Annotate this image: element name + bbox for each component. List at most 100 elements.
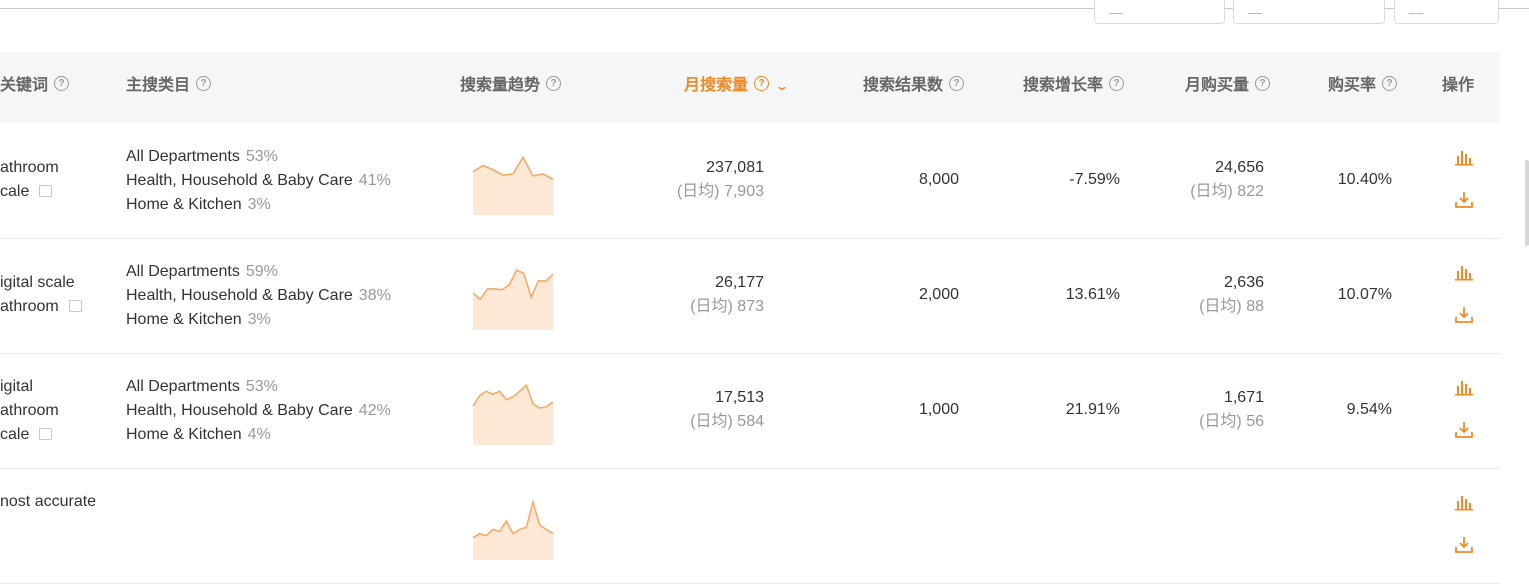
purchase-rate: 10.07% [1338,283,1392,307]
external-link-icon[interactable] [68,300,82,312]
category-item[interactable]: All Departments 53% [126,375,391,399]
sparkline-area [473,385,553,445]
sparkline-area [473,502,553,560]
monthly-purchase-value: 2,636 [1223,274,1264,291]
result-count-value: 8,000 [918,171,959,188]
help-icon[interactable]: ? [949,76,965,92]
monthly-purchase: 24,656 (日均) 822 [1190,156,1264,204]
keyword-cell[interactable]: nost accurate [0,490,96,514]
category-item[interactable]: Health, Household & Baby Care 41% [126,169,391,193]
search-trend-sparkline[interactable] [473,153,553,215]
monthly-search: 17,513 (日均) 584 [690,386,764,434]
toolbar-button-3[interactable] [1394,0,1499,24]
category-name: Home & Kitchen [126,426,242,443]
download-icon[interactable] [1454,535,1474,555]
category-name: Home & Kitchen [126,196,242,213]
monthly-purchase: 2,636 (日均) 88 [1199,271,1264,319]
header-result-count[interactable]: 搜索结果数? [863,52,965,123]
table-row: igital scale athroom All Departments 59% Hea… [0,238,1500,354]
category-item[interactable]: Health, Household & Baby Care 38% [126,284,391,308]
result-count-value: 2,000 [918,286,959,303]
category-item[interactable]: All Departments 59% [126,260,391,284]
monthly-purchase: 1,671 (日均) 56 [1199,386,1264,434]
monthly-search-daily: (日均) 584 [690,413,764,430]
category-cell: All Departments 53% Health, Household & Ba… [126,145,391,217]
toolbar-icon [1109,5,1123,14]
toolbar-button-1[interactable] [1094,0,1225,24]
category-name: All Departments [126,263,240,280]
purchase-rate-value: 9.54% [1346,401,1392,418]
header-monthly-purchase[interactable]: 月购买量? [1185,52,1271,123]
keyword-line: athroom [0,402,59,419]
keyword-cell[interactable]: igital scale athroom [0,271,82,319]
trend-chart-icon[interactable] [1454,493,1474,513]
header-trend[interactable]: 搜索量趋势? [460,52,562,123]
download-icon[interactable] [1454,190,1474,210]
help-icon[interactable]: ? [1109,76,1125,92]
help-icon[interactable]: ? [1382,76,1398,92]
monthly-purchase-daily: (日均) 822 [1190,183,1264,200]
search-growth: 13.61% [1066,283,1120,307]
external-link-icon[interactable] [39,185,53,197]
keyword-line: igital scale [0,274,75,291]
category-pct: 3% [247,196,271,213]
external-link-icon[interactable] [39,428,53,440]
purchase-rate: 10.40% [1338,168,1392,192]
category-item[interactable]: Home & Kitchen 4% [126,423,391,447]
monthly-search: 237,081 (日均) 7,903 [677,156,764,204]
help-icon[interactable]: ? [546,76,562,92]
category-pct: 53% [245,148,278,165]
category-item[interactable]: Home & Kitchen 3% [126,308,391,332]
help-icon[interactable]: ? [754,76,770,92]
monthly-purchase-daily: (日均) 88 [1199,298,1264,315]
download-icon[interactable] [1454,420,1474,440]
help-icon[interactable]: ? [54,76,70,92]
trend-chart-icon[interactable] [1454,378,1474,398]
category-item[interactable]: Health, Household & Baby Care 42% [126,399,391,423]
header-category[interactable]: 主搜类目? [126,52,212,123]
category-pct: 4% [247,426,271,443]
monthly-search-value: 237,081 [706,159,764,176]
toolbar-icon [1248,5,1262,14]
category-name: Health, Household & Baby Care [126,287,353,304]
header-keyword[interactable]: 关键词? [0,52,70,123]
category-pct: 3% [247,311,271,328]
category-pct: 38% [358,287,391,304]
monthly-search-daily: (日均) 873 [690,298,764,315]
header-purchase-rate[interactable]: 购买率? [1328,52,1398,123]
category-pct: 59% [245,263,278,280]
category-cell: All Departments 59% Health, Household & Ba… [126,260,391,332]
search-growth: -7.59% [1069,168,1120,192]
monthly-purchase-value: 1,671 [1223,389,1264,406]
category-name: Health, Household & Baby Care [126,172,353,189]
search-trend-sparkline[interactable] [473,268,553,330]
scrollbar[interactable] [1525,160,1529,246]
sort-desc-icon[interactable]: ⌄ [775,52,789,120]
category-item[interactable]: All Departments 53% [126,145,391,169]
result-count: 8,000 [919,168,959,192]
download-icon[interactable] [1454,305,1474,325]
keyword-line: athroom [0,159,59,176]
monthly-search-daily: (日均) 7,903 [676,183,764,200]
keyword-cell[interactable]: athroom cale [0,156,59,204]
help-icon[interactable]: ? [196,76,212,92]
search-trend-sparkline[interactable] [473,383,553,445]
category-cell: All Departments 53% Health, Household & Ba… [126,375,391,447]
category-item[interactable]: Home & Kitchen 3% [126,193,391,217]
header-monthly-search[interactable]: 月搜索量? ⌄ [684,52,789,123]
keyword-line: cale [0,180,59,204]
trend-chart-icon[interactable] [1454,263,1474,283]
monthly-purchase-daily: (日均) 56 [1199,413,1264,430]
header-growth[interactable]: 搜索增长率? [1023,52,1125,123]
table-row: nost accurate [0,468,1500,584]
toolbar-button-2[interactable] [1233,0,1385,24]
trend-chart-icon[interactable] [1454,148,1474,168]
category-pct: 53% [245,378,278,395]
category-name: Home & Kitchen [126,311,242,328]
result-count-value: 1,000 [918,401,959,418]
keyword-cell[interactable]: igital athroom cale [0,375,59,447]
help-icon[interactable]: ? [1255,76,1271,92]
keyword-line: nost accurate [0,493,97,510]
search-trend-sparkline[interactable] [473,498,553,560]
category-name: Health, Household & Baby Care [126,402,353,419]
